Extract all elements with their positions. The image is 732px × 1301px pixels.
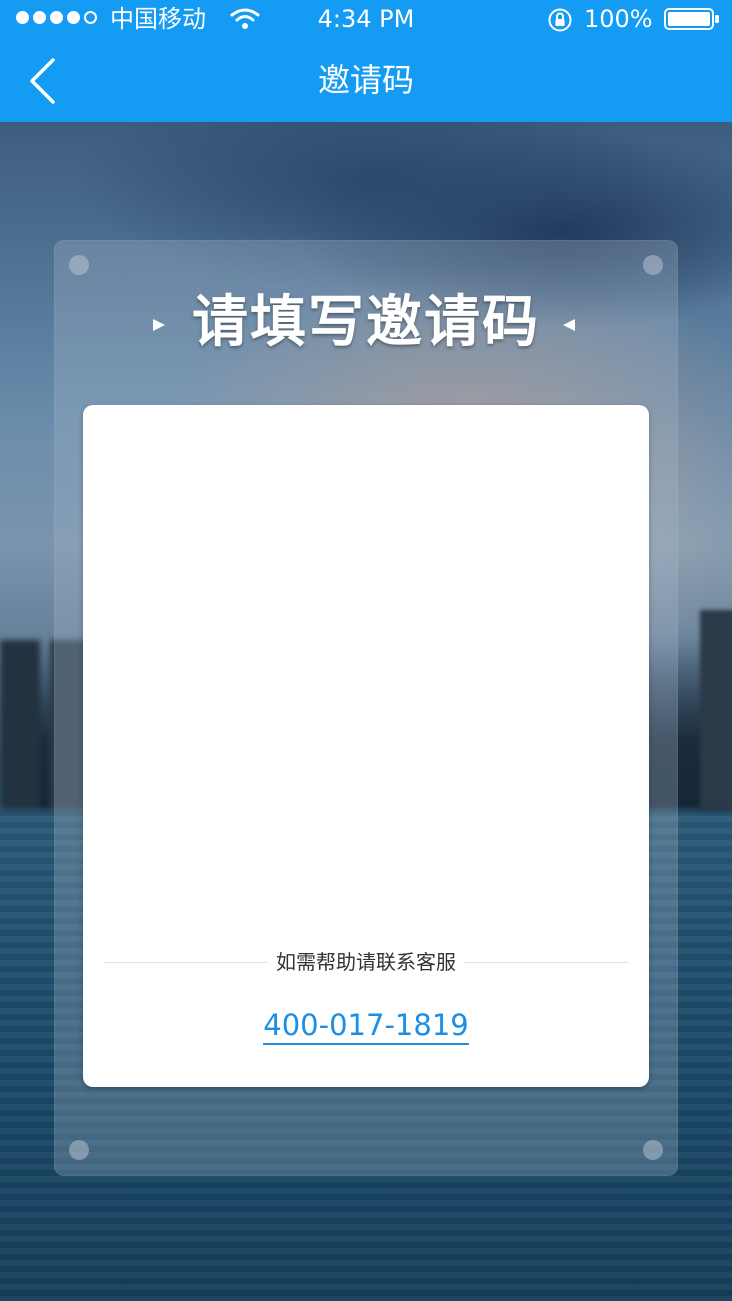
navigation-bar: 邀请码 — [0, 40, 732, 122]
invite-code-card: 请填写邀请码 如需帮助请联系客服 400-017-1819 — [54, 240, 678, 1176]
page-title: 邀请码 — [317, 61, 414, 99]
triangle-right-icon — [563, 319, 575, 331]
phone-link-wrap: 400-017-1819 — [83, 1005, 649, 1045]
card-heading: 请填写邀请码 — [192, 290, 540, 355]
battery-percentage: 100% — [584, 5, 653, 33]
orientation-lock-icon — [548, 8, 572, 32]
corner-pin — [69, 255, 89, 275]
status-bar: 中国移动 4:34 PM 100% — [0, 0, 732, 40]
battery-icon — [664, 8, 719, 30]
card-heading-row: 请填写邀请码 — [54, 288, 678, 358]
corner-pin — [643, 255, 663, 275]
help-text: 如需帮助请联系客服 — [268, 950, 464, 974]
customer-service-phone-link[interactable]: 400-017-1819 — [263, 1008, 469, 1045]
invite-code-panel: 如需帮助请联系客服 400-017-1819 — [83, 405, 649, 1087]
help-text-wrap: 如需帮助请联系客服 — [103, 947, 629, 977]
help-divider: 如需帮助请联系客服 — [103, 947, 629, 977]
corner-pin — [69, 1140, 89, 1160]
corner-pin — [643, 1140, 663, 1160]
background-tower — [700, 610, 732, 810]
